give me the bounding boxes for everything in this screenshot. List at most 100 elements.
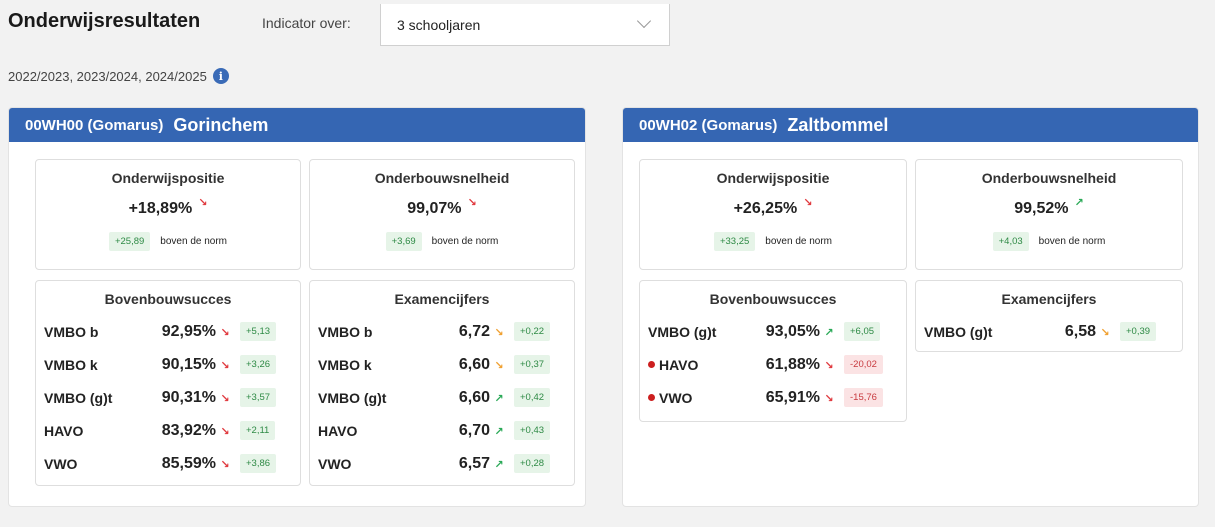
trend-arrow-wrap: ↘ — [820, 389, 838, 407]
list-item-value: 6,60 — [458, 355, 490, 373]
diff-badge: +3,26 — [240, 355, 277, 374]
diff-badge: -15,76 — [844, 388, 883, 407]
school-city: Gorinchem — [173, 114, 269, 135]
trend-down-icon: ↘ — [220, 458, 230, 471]
list-item-value: 61,88% — [765, 355, 820, 373]
indicator-select[interactable]: 3 schooljaren — [380, 4, 670, 46]
list-item-label: VWO — [659, 389, 693, 406]
list-item-value: 65,91% — [765, 388, 820, 406]
list-item-label-wrap: VMBO k — [44, 357, 136, 373]
list-item-value: 6,60 — [458, 388, 490, 406]
list-item: VMBO k 90,15% ↘ +3,26 — [36, 348, 300, 381]
list-item: VMBO (g)t 90,31% ↘ +3,57 — [36, 381, 300, 414]
trend-up-icon: ↗ — [824, 326, 834, 339]
list-item-label-wrap: VMBO (g)t — [318, 390, 410, 406]
trend-down-icon: ↘ — [824, 359, 834, 372]
norm-row: +4,03 boven de norm — [916, 232, 1182, 251]
list-item-label-wrap: VWO — [44, 456, 136, 472]
card-title: Bovenbouwsucces — [709, 291, 837, 307]
diff-badge: +3,86 — [240, 454, 277, 473]
metric-list: VMBO (g)t 93,05% ↗ +6,05 HAVO 61,88% ↘ -20,02 VW… — [640, 315, 906, 414]
diff-badge: +3,57 — [240, 388, 277, 407]
school-panel: 00WH00 (Gomarus) Gorinchem Onderwijspositi… — [8, 107, 586, 507]
school-code: 00WH02 (Gomarus) — [639, 116, 778, 134]
list-item-label: VMBO b — [318, 323, 373, 340]
norm-label: boven de norm — [765, 236, 833, 247]
list-item: HAVO 6,70 ↗ +0,43 — [310, 414, 574, 447]
trend-arrow-wrap: ↘ — [216, 455, 234, 473]
norm-diff-badge: +25,89 — [108, 232, 151, 251]
card-title: Examencijfers — [394, 291, 490, 307]
metric-value-row: +26,25% ↘ — [640, 198, 906, 218]
list-item-label: HAVO — [318, 422, 358, 439]
trend-up-icon: ↗ — [494, 458, 504, 471]
card-title: Examencijfers — [1001, 291, 1097, 307]
list-item-value: 90,15% — [161, 355, 216, 373]
list-item-label-wrap: VMBO k — [318, 357, 410, 373]
list-item-label-wrap: VMBO b — [318, 324, 410, 340]
list-item-label-wrap: HAVO — [44, 423, 136, 439]
list-item: VMBO (g)t 6,60 ↗ +0,42 — [310, 381, 574, 414]
info-icon[interactable]: i — [212, 68, 229, 84]
examencijfers-card: Examencijfers VMBO b 6,72 ↘ +0,22 VMBO k 6,60 ↘… — [309, 280, 575, 486]
trend-arrow-wrap: ↗ — [490, 389, 508, 407]
diff-badge: +0,43 — [514, 421, 551, 440]
trend-down-icon: ↘ — [220, 392, 230, 405]
list-item-value: 83,92% — [161, 421, 216, 439]
diff-badge: +0,22 — [514, 322, 551, 341]
norm-diff-badge: +33,25 — [713, 232, 756, 251]
list-item-label: VMBO k — [44, 356, 98, 373]
onderbouwsnelheid-card: Onderbouwsnelheid 99,07% ↘ +3,69 boven de no… — [309, 159, 575, 270]
diff-badge: +6,05 — [844, 322, 881, 341]
norm-diff-badge: +4,03 — [992, 232, 1029, 251]
trend-up-icon: ↗ — [1074, 197, 1084, 209]
metric-list: VMBO (g)t 6,58 ↘ +0,39 — [916, 315, 1182, 348]
list-item-label: VMBO (g)t — [648, 323, 717, 340]
trend-down-icon: ↘ — [198, 197, 208, 209]
metric-list: VMBO b 92,95% ↘ +5,13 VMBO k 90,15% ↘ +3,26 VMBO… — [36, 315, 300, 480]
bovenbouwsucces-card: Bovenbouwsucces VMBO (g)t 93,05% ↗ +6,05 HAVO… — [639, 280, 907, 422]
list-item-value: 6,58 — [1064, 322, 1096, 340]
diff-badge: +2,11 — [240, 421, 276, 440]
trend-arrow-wrap: ↘ — [216, 356, 234, 374]
diff-badge: +5,13 — [240, 322, 277, 341]
trend-arrow-wrap: ↗ — [820, 323, 838, 341]
indicator-label: Indicator over: — [262, 15, 351, 31]
metric-value-row: 99,07% ↘ — [310, 198, 574, 218]
trend-arrow-wrap: ↘ — [216, 323, 234, 341]
list-item-label-wrap: VMBO (g)t — [44, 390, 136, 406]
panel-header: 00WH02 (Gomarus) Zaltbommel — [623, 108, 1198, 142]
metric-value-row: 99,52% ↗ — [916, 197, 1182, 218]
list-item-label-wrap: HAVO — [318, 423, 410, 439]
list-item-value: 6,70 — [458, 421, 490, 439]
list-item-label-wrap: VWO — [318, 456, 410, 472]
diff-badge: +0,39 — [1120, 322, 1157, 341]
list-item-label: HAVO — [44, 422, 84, 439]
metric-list: VMBO b 6,72 ↘ +0,22 VMBO k 6,60 ↘ +0,37 VMBO (g)… — [310, 315, 574, 480]
school-code: 00WH00 (Gomarus) — [25, 116, 164, 134]
list-item-value: 6,72 — [458, 322, 490, 340]
trend-arrow-wrap: ↘ — [820, 356, 838, 374]
list-item: VWO 65,91% ↘ -15,76 — [640, 381, 906, 414]
page-title: Onderwijsresultaten — [8, 10, 201, 32]
list-item: VMBO (g)t 93,05% ↗ +6,05 — [640, 315, 906, 348]
list-item: VMBO b 92,95% ↘ +5,13 — [36, 315, 300, 348]
norm-diff-badge: +3,69 — [385, 232, 422, 251]
card-title: Bovenbouwsucces — [104, 291, 232, 307]
trend-arrow-wrap: ↘ — [490, 356, 508, 374]
trend-arrow-wrap: ↘ — [1096, 323, 1114, 341]
diff-badge: +0,42 — [514, 388, 551, 407]
metric-value-row: +18,89% ↘ — [36, 197, 300, 218]
examencijfers-card: Examencijfers VMBO (g)t 6,58 ↘ +0,39 — [915, 280, 1183, 352]
list-item: VWO 85,59% ↘ +3,86 — [36, 447, 300, 480]
trend-down-icon: ↘ — [1100, 326, 1110, 339]
norm-row: +33,25 boven de norm — [640, 232, 906, 251]
onderwijspositie-card: Onderwijspositie +18,89% ↘ +25,89 boven de n… — [35, 159, 301, 270]
school-city: Zaltbommel — [787, 114, 889, 135]
list-item-label-wrap: VMBO (g)t — [924, 324, 1016, 340]
chevron-down-icon — [636, 13, 652, 29]
list-item-label: VMBO b — [44, 323, 99, 340]
list-item-label: VWO — [44, 455, 78, 472]
onderbouwsnelheid-card: Onderbouwsnelheid 99,52% ↗ +4,03 boven de no… — [915, 159, 1183, 270]
list-item-label: HAVO — [659, 356, 699, 373]
